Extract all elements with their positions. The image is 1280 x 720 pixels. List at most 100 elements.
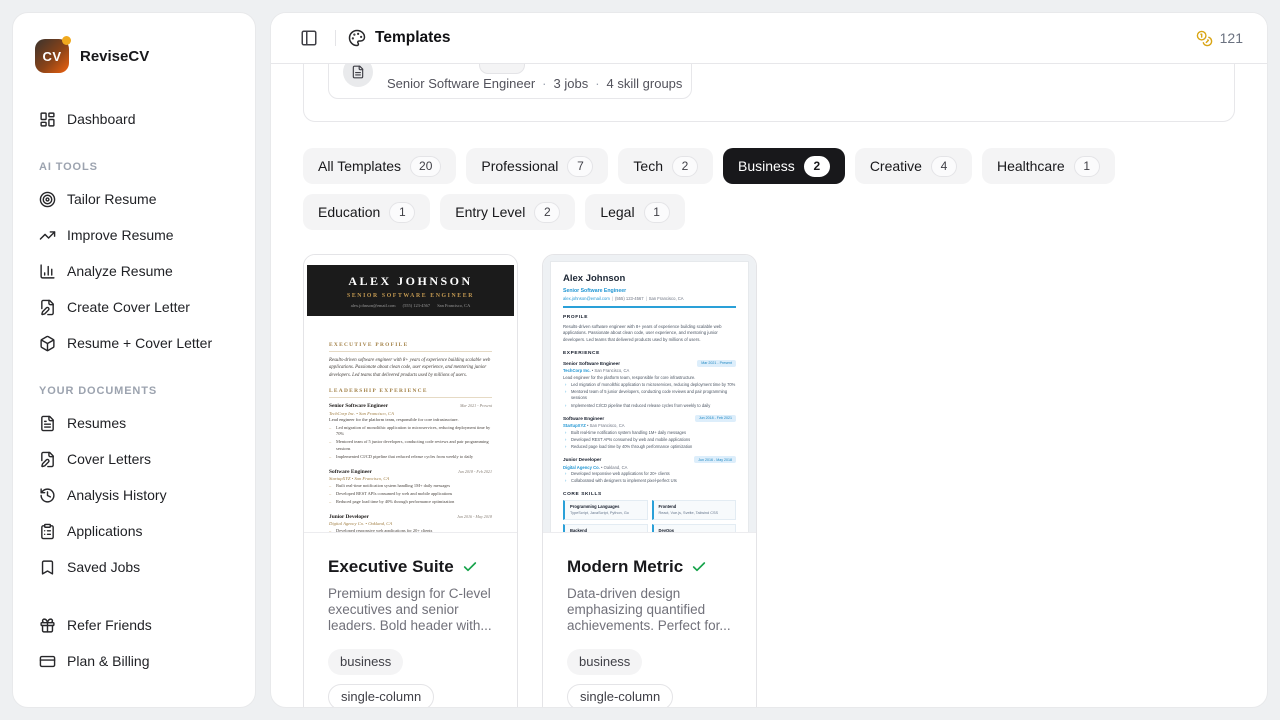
chip-label: Professional [481,158,558,174]
filter-chip-professional[interactable]: Professional7 [466,148,608,184]
filter-chip-tech[interactable]: Tech2 [618,148,713,184]
resume-name: Alex Johnson [313,274,508,289]
resume-location: San Francisco, CA [649,296,684,301]
sidebar-item-label: Refer Friends [67,617,152,633]
coins-icon [1196,30,1213,47]
sidebar-item-label: Analysis History [67,487,167,503]
filter-chip-education[interactable]: Education1 [303,194,430,230]
company-location: San Francisco, CA [590,423,625,428]
job-dates-badge: Jun 2018 - Feb 2021 [695,415,736,422]
sidebar-item-resumes[interactable]: Resumes [29,405,239,441]
sidebar-item-refer-friends[interactable]: Refer Friends [29,607,239,643]
filter-chip-business[interactable]: Business2 [723,148,845,184]
credit-card-icon [39,653,56,670]
sidebar-item-label: Analyze Resume [67,263,173,279]
sidebar-item-create-cover-letter[interactable]: Create Cover Letter [29,289,239,325]
template-tags: business single-column [328,649,493,707]
sidebar-item-applications[interactable]: Applications [29,513,239,549]
chip-count: 2 [534,202,560,223]
filter-chip-all-templates[interactable]: All Templates20 [303,148,456,184]
job-bullet: Mentored team of 5 junior developers, co… [563,389,736,402]
job-bullet: Reduced page load time by 40% through pe… [563,444,736,450]
resume-name: Alex Johnson [563,273,736,284]
template-card-executive-suite[interactable]: Alex Johnson Senior Software Engineer al… [303,254,518,707]
sidebar-spacer [29,585,239,607]
filter-chip-creative[interactable]: Creative4 [855,148,972,184]
sidebar-item-label: Improve Resume [67,227,174,243]
topbar: Templates 121 [271,13,1267,64]
main-panel: Templates 121 Senior Software Engineer·3… [270,12,1268,708]
chip-count: 2 [804,156,830,177]
accent-rule [563,306,736,308]
separator: • [356,411,358,416]
job-context-summary[interactable]: Senior Software Engineer·3 jobs·4 skill … [328,64,692,99]
sidebar-item-resume-plus-cover-letter[interactable]: Resume + Cover Letter [29,325,239,361]
job-title: Junior Developer [563,457,601,462]
skill-group-name: Programming Languages [570,504,642,509]
filter-chip-legal[interactable]: Legal1 [585,194,684,230]
resume-job: Senior Software EngineerMar 2021 - Prese… [329,403,492,461]
tag-business: business [328,649,403,675]
resume-contact: alex.johnson@email.com|(555) 123-4567|Sa… [563,296,736,301]
content-area: Senior Software Engineer·3 jobs·4 skill … [271,64,1267,707]
sidebar-item-analysis-history[interactable]: Analysis History [29,477,239,513]
check-icon [462,559,478,575]
sidebar-item-analyze-resume[interactable]: Analyze Resume [29,253,239,289]
resume-phone: (555) 123-4567 [615,296,644,301]
company-name: Digital Agency Co. [329,521,364,526]
template-description: Premium design for C-level executives an… [328,586,493,634]
sidebar-item-label: Tailor Resume [67,191,156,207]
clipboard-list-icon [39,523,56,540]
job-bullet: Developed REST APIs consumed by web and … [329,491,492,498]
sidebar: CV ReviseCV Dashboard AI TOOLS Tailor Re… [12,12,256,708]
target-icon [39,191,56,208]
app-logo-text: CV [42,49,61,64]
job-dates-badge: Mar 2021 - Present [697,360,736,367]
resume-profile-text: Results-driven software engineer with 8+… [329,357,492,379]
filter-chip-healthcare[interactable]: Healthcare1 [982,148,1115,184]
sidebar-toggle-button[interactable] [295,24,323,52]
job-avatar [343,64,373,87]
sidebar-item-plan-billing[interactable]: Plan & Billing [29,643,239,679]
logo-dot-icon [62,36,71,45]
skill-group-name: DevOps [659,528,731,533]
job-dates-badge: Jun 2016 - May 2018 [694,456,736,463]
skill-group-name: Frontend [659,504,731,509]
job-bullet: Developed responsive web applications fo… [563,471,736,477]
template-preview-executive: Alex Johnson Senior Software Engineer al… [304,255,517,533]
template-description: Data-driven design emphasizing quantifie… [567,586,732,634]
job-company: StartupXYZ • San Francisco, CA [563,423,736,428]
file-pen-icon [39,299,56,316]
sidebar-item-cover-letters[interactable]: Cover Letters [29,441,239,477]
skill-group: BackendNode.js, PostgreSQL, Redis, Graph… [563,524,648,533]
template-title: Modern Metric [567,557,683,577]
sidebar-item-saved-jobs[interactable]: Saved Jobs [29,549,239,585]
filter-chip-entry-level[interactable]: Entry Level2 [440,194,575,230]
palette-icon [348,29,366,47]
separator: · [595,76,599,91]
resume-profile-text: Results-driven software engineer with 8+… [563,324,736,345]
separator: • [601,465,602,470]
company-name: StartupXYZ [329,476,350,481]
resume-header: Alex Johnson Senior Software Engineer al… [307,265,514,316]
sidebar-item-improve-resume[interactable]: Improve Resume [29,217,239,253]
history-icon [39,487,56,504]
job-context-card: Senior Software Engineer·3 jobs·4 skill … [303,64,1235,122]
sidebar-item-label: Applications [67,523,143,539]
resume-job: Software Engineer Jun 2018 - Feb 2021 Sta… [563,415,736,451]
sidebar-item-tailor-resume[interactable]: Tailor Resume [29,181,239,217]
job-title: Software Engineer [329,469,372,475]
template-card-footer: Executive Suite Premium design for C-lev… [304,533,517,707]
separator: • [352,476,354,481]
job-bullet: Developed REST APIs consumed by web and … [563,437,736,443]
job-bullet: Built real-time notification system hand… [329,483,492,490]
sidebar-item-dashboard[interactable]: Dashboard [29,101,239,137]
credits-badge[interactable]: 121 [1196,30,1243,47]
template-card-modern-metric[interactable]: Alex Johnson Senior Software Engineer al… [542,254,757,707]
sidebar-item-label: Dashboard [67,111,136,127]
job-bullet: Led migration of monolithic application … [563,382,736,388]
job-title: Software Engineer [563,416,604,421]
skill-group-items: React, Vue.js, Svelte, Tailwind CSS [659,511,731,515]
trending-up-icon [39,227,56,244]
resume-location: San Francisco, CA [437,303,470,308]
